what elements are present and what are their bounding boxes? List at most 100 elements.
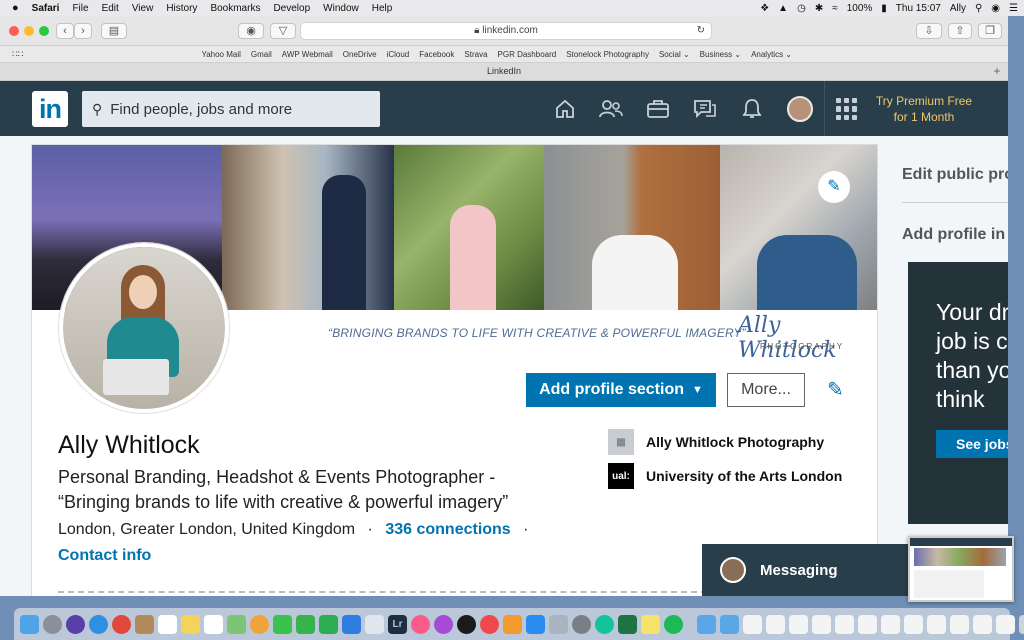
back-button[interactable]: ‹ [56,23,74,39]
jobs-advertisement[interactable]: Your dream job is closer than you think … [908,262,1008,524]
spotlight-icon[interactable]: ⚲ [975,3,982,14]
apple-icon[interactable]: ● [12,2,19,14]
podcasts-icon[interactable] [434,614,453,634]
search-input[interactable]: ⚲ Find people, jobs and more [82,91,380,127]
nav-home-icon[interactable] [548,94,582,124]
menu-file[interactable]: File [72,3,88,14]
nav-me-avatar[interactable] [787,96,813,122]
chrome-icon[interactable] [112,614,131,634]
messages-icon[interactable] [273,614,292,634]
finder-icon[interactable] [20,614,39,634]
battery-percent[interactable]: 100% [847,3,873,14]
close-window-button[interactable] [9,26,19,36]
menu-bookmarks[interactable]: Bookmarks [210,3,260,14]
recent-file-7-icon[interactable] [881,614,900,634]
contacts-icon[interactable] [135,614,154,634]
screenshot-app-icon[interactable] [549,614,568,634]
bluetooth-icon[interactable]: ✱ [815,3,823,14]
safari-dock-icon[interactable] [89,614,108,634]
wifi-icon[interactable]: ≈ [832,3,838,14]
fav-icloud[interactable]: iCloud [387,50,410,59]
connections-link[interactable]: 336 connections [385,521,510,538]
pocket-icon[interactable]: ▽ [270,23,296,39]
reminders-icon[interactable] [204,614,223,634]
address-bar[interactable]: 🔒︎ linkedin.com ↻ [300,22,712,40]
share-button[interactable]: ⇧ [948,23,972,39]
itunes-icon[interactable] [411,614,430,634]
lightroom-icon[interactable]: Lr [388,614,407,634]
recent-file-3-icon[interactable] [789,614,808,634]
siri-dock-icon[interactable] [66,614,85,634]
recent-file-2-icon[interactable] [766,614,785,634]
tv-icon[interactable] [457,614,476,634]
edit-background-photo-button[interactable]: ✎ [818,171,850,203]
trash-icon[interactable] [1019,614,1024,634]
show-favorites-grid-icon[interactable]: ∷∷ [12,49,23,60]
books-icon[interactable] [503,614,522,634]
profile-photo[interactable] [59,243,229,413]
airplay-icon[interactable]: ▲ [778,3,788,14]
facetime-icon[interactable] [296,614,315,634]
forward-button[interactable]: › [74,23,92,39]
clock[interactable]: Thu 15:07 [896,3,941,14]
menu-view[interactable]: View [132,3,154,14]
spotify-icon[interactable] [664,614,683,634]
excel-icon[interactable] [618,614,637,634]
edit-intro-pencil-icon[interactable]: ✎ [827,377,844,402]
contact-info-link[interactable]: Contact info [58,547,151,565]
fav-awp-webmail[interactable]: AWP Webmail [282,50,333,59]
try-premium-link[interactable]: Try Premium Free for 1 Month [864,93,984,125]
recent-file-10-icon[interactable] [950,614,969,634]
recent-file-1-icon[interactable] [743,614,762,634]
reload-icon[interactable]: ↻ [697,23,705,39]
preview-icon[interactable] [365,614,384,634]
documents-folder-icon[interactable] [720,614,739,634]
education-school[interactable]: ual: University of the Arts London [608,463,842,489]
siri-icon[interactable]: ◉ [991,3,1000,14]
fav-business-folder[interactable]: Business ⌄ [700,50,741,59]
menu-history[interactable]: History [166,3,197,14]
app-store-icon[interactable] [526,614,545,634]
recent-file-5-icon[interactable] [835,614,854,634]
menu-edit[interactable]: Edit [102,3,119,14]
fav-stonelock-photography[interactable]: Stonelock Photography [566,50,649,59]
numbers-icon[interactable] [319,614,338,634]
notification-center-icon[interactable]: ☰ [1009,3,1018,14]
recent-file-12-icon[interactable] [996,614,1015,634]
downloads-folder-icon[interactable] [697,614,716,634]
recent-file-11-icon[interactable] [973,614,992,634]
recent-file-8-icon[interactable] [904,614,923,634]
fav-strava[interactable]: Strava [464,50,487,59]
grammarly-icon[interactable] [595,614,614,634]
nav-notifications-icon[interactable] [735,94,769,124]
fav-pgr-dashboard[interactable]: PGR Dashboard [498,50,557,59]
recent-file-4-icon[interactable] [812,614,831,634]
nav-work-grid-icon[interactable] [836,98,858,120]
messaging-bar[interactable]: Messaging [702,544,912,596]
time-machine-icon[interactable]: ◷ [797,3,806,14]
sidebar-toggle-button[interactable]: ▤ [101,23,127,39]
fav-analytics-folder[interactable]: Analytics ⌄ [751,50,792,59]
notes-icon[interactable] [181,614,200,634]
menu-develop[interactable]: Develop [273,3,310,14]
dropbox-icon[interactable]: ❖ [760,3,769,14]
add-profile-language-link[interactable]: Add profile in another language [902,226,1008,244]
stickies-icon[interactable] [641,614,660,634]
user-name[interactable]: Ally [950,3,966,14]
zoom-window-button[interactable] [39,26,49,36]
fav-gmail[interactable]: Gmail [251,50,272,59]
experience-current-company[interactable]: ▦ Ally Whitlock Photography [608,429,824,455]
photos-icon[interactable] [250,614,269,634]
downloads-button[interactable]: ⇩ [916,23,942,39]
add-profile-section-button[interactable]: Add profile section ▼ [526,373,716,407]
recent-file-6-icon[interactable] [858,614,877,634]
keynote-icon[interactable] [342,614,361,634]
screenshot-thumbnail[interactable] [908,536,1014,602]
minimize-window-button[interactable] [24,26,34,36]
menu-safari[interactable]: Safari [32,3,60,14]
news-icon[interactable] [480,614,499,634]
calendar-icon[interactable] [158,614,177,634]
system-preferences-icon[interactable] [572,614,591,634]
nav-messaging-icon[interactable] [688,94,722,124]
fav-facebook[interactable]: Facebook [419,50,454,59]
